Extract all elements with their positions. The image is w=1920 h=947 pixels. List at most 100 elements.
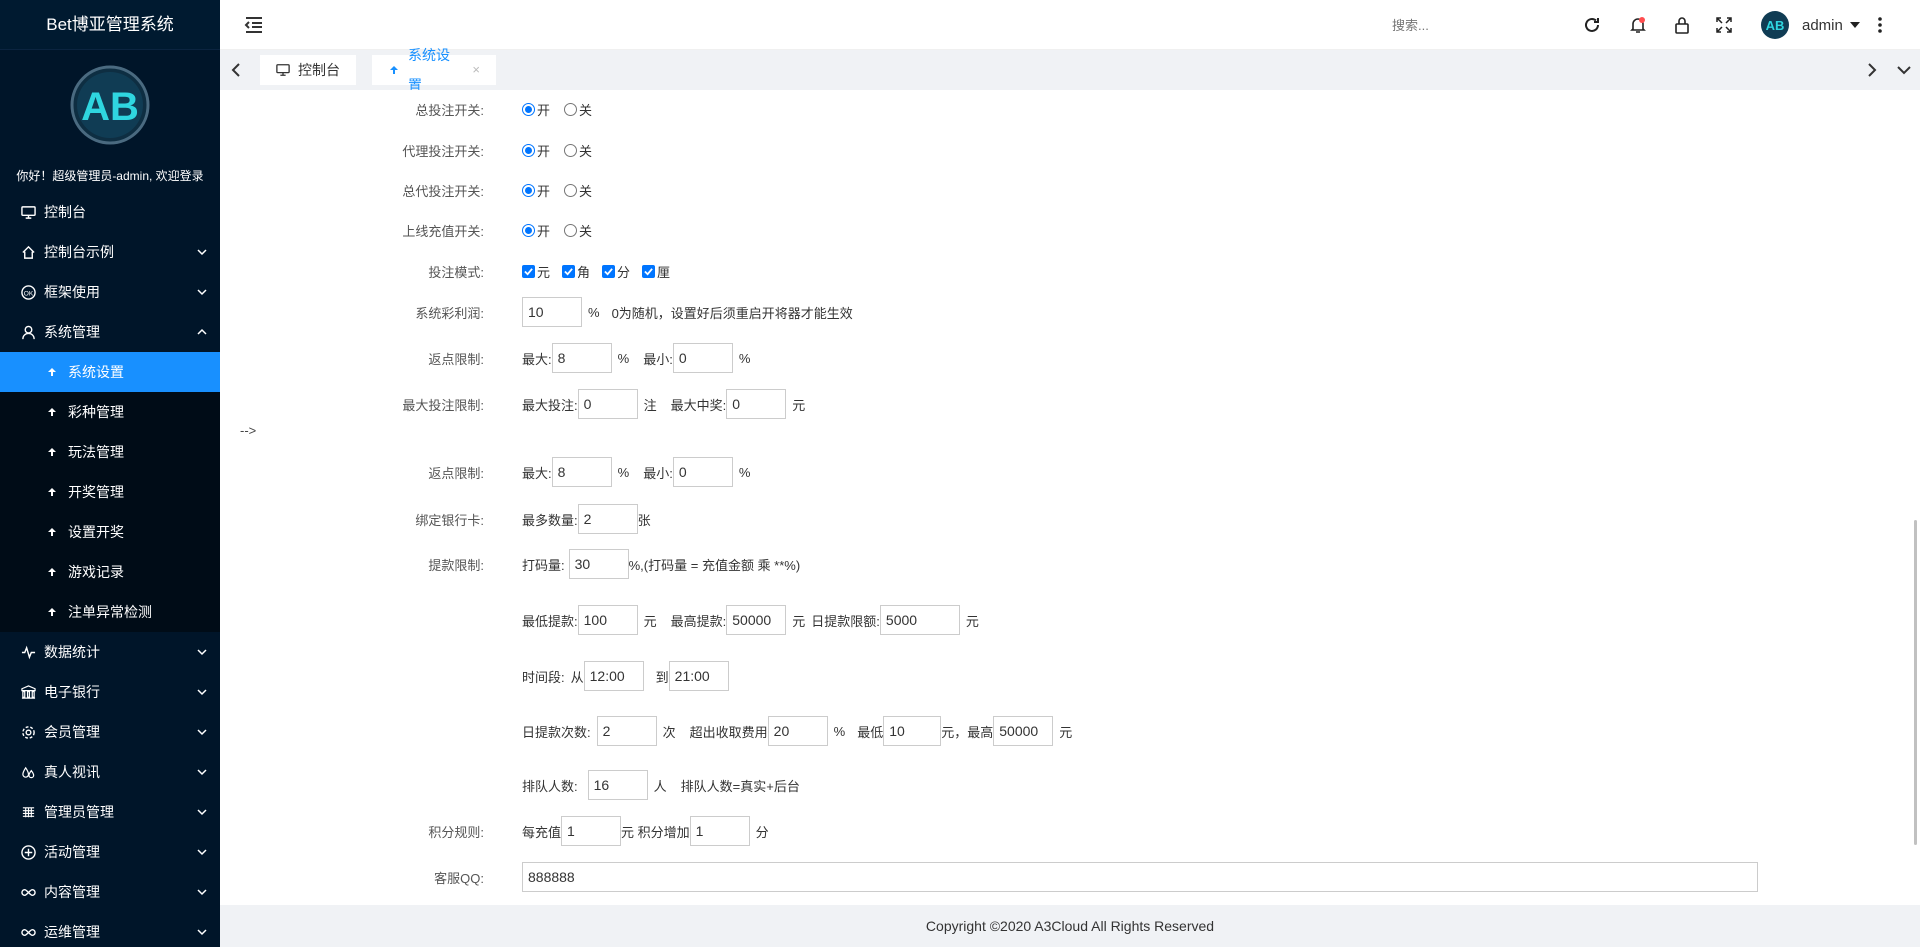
svg-text:AB: AB <box>81 85 139 129</box>
fan-icon <box>44 564 60 580</box>
daily-limit-input[interactable] <box>879 605 960 635</box>
fan-icon <box>44 404 60 420</box>
rebate-min-input[interactable] <box>672 343 733 373</box>
form-row-withdraw-amounts: 最低提款: 元 最高提款: 元 日提款限额: 元 <box>220 605 1920 635</box>
sidebar-item-label: 玩法管理 <box>68 444 124 460</box>
sidebar-item-ops[interactable]: 运维管理 <box>0 912 220 947</box>
queue-input[interactable] <box>587 770 648 800</box>
sidebar-item-ebank[interactable]: 电子银行 <box>0 672 220 712</box>
sidebar-item-members[interactable]: 会员管理 <box>0 712 220 752</box>
radio-on[interactable]: 开 <box>522 141 550 160</box>
checkbox-li[interactable]: 厘 <box>642 262 670 281</box>
chevron-right-icon[interactable] <box>1862 60 1882 80</box>
field-label: 投注模式: <box>428 264 484 280</box>
infinity-icon <box>20 884 36 900</box>
per-recharge-input[interactable] <box>561 816 622 846</box>
field-label: 客服QQ: <box>434 870 484 886</box>
rebate-max-input[interactable] <box>551 343 612 373</box>
lock-icon[interactable] <box>1672 15 1692 35</box>
sidebar-item-live-video[interactable]: 真人视讯 <box>0 752 220 792</box>
app-title: Bet博亚管理系统 <box>0 0 220 50</box>
sidebar-toggle-icon[interactable] <box>242 13 266 37</box>
radio-on[interactable]: 开 <box>522 181 550 200</box>
bell-icon[interactable] <box>1628 15 1648 35</box>
field-label: 系统彩利润: <box>415 305 484 321</box>
svg-text:OK: OK <box>23 290 33 297</box>
sidebar-item-label: 系统设置 <box>68 364 124 380</box>
radio-on[interactable]: 开 <box>522 221 550 240</box>
highest-fee-input[interactable] <box>993 716 1054 746</box>
ok-icon: OK <box>20 284 36 300</box>
checkbox-yuan[interactable]: 元 <box>522 262 550 281</box>
scrollbar[interactable] <box>1914 520 1917 845</box>
max-win-input[interactable] <box>726 389 787 419</box>
fan-icon <box>44 444 60 460</box>
avatar: AB <box>1761 11 1789 39</box>
radio-on[interactable]: 开 <box>522 100 550 119</box>
form-row-profit: 系统彩利润: % 0为随机，设置好后须重启开将器才能生效 <box>220 297 1920 327</box>
sidebar-item-dashboard[interactable]: 控制台 <box>0 192 220 232</box>
refresh-icon[interactable] <box>1582 15 1602 35</box>
fan-icon <box>44 604 60 620</box>
lowest-fee-input[interactable] <box>883 716 942 746</box>
sidebar-item-content[interactable]: 内容管理 <box>0 872 220 912</box>
drops-icon <box>20 764 36 780</box>
more-vertical-icon[interactable] <box>1870 15 1890 35</box>
sidebar-menu: 控制台 控制台示例 OK 框架使用 系统管理 <box>0 192 220 352</box>
sidebar-item-lottery-types[interactable]: 彩种管理 <box>0 392 220 432</box>
radio-off[interactable]: 关 <box>564 141 592 160</box>
min-withdraw-input[interactable] <box>577 605 638 635</box>
to-time-input[interactable] <box>668 661 729 691</box>
fullscreen-icon[interactable] <box>1714 15 1734 35</box>
sidebar-item-system[interactable]: 系统管理 <box>0 312 220 352</box>
sidebar-item-system-settings[interactable]: 系统设置 <box>0 352 220 392</box>
tab-label: 控制台 <box>298 62 340 78</box>
sidebar-item-statistics[interactable]: 数据统计 <box>0 632 220 672</box>
chevron-up-icon <box>196 312 208 352</box>
qq-input[interactable] <box>522 862 1758 892</box>
exceed-fee-input[interactable] <box>767 716 828 746</box>
max-withdraw-input[interactable] <box>726 605 787 635</box>
daily-times-input[interactable] <box>596 716 657 746</box>
sidebar-item-admins[interactable]: 管理员管理 <box>0 792 220 832</box>
chevron-down-icon <box>196 272 208 312</box>
sidebar-item-play-rules[interactable]: 玩法管理 <box>0 432 220 472</box>
sidebar-item-activities[interactable]: 活动管理 <box>0 832 220 872</box>
radio-off[interactable]: 关 <box>564 181 592 200</box>
field-label: 总代投注开关: <box>402 183 484 199</box>
checkbox-fen[interactable]: 分 <box>602 262 630 281</box>
profit-input[interactable] <box>522 297 582 327</box>
tab-dashboard[interactable]: 控制台 <box>260 55 356 85</box>
sidebar-item-framework[interactable]: OK 框架使用 <box>0 272 220 312</box>
search-input[interactable] <box>1392 14 1552 36</box>
from-time-input[interactable] <box>583 661 644 691</box>
chevron-down-icon <box>196 872 208 912</box>
close-icon[interactable]: × <box>472 55 480 85</box>
sidebar-item-game-records[interactable]: 游戏记录 <box>0 552 220 592</box>
chevron-down-icon <box>196 672 208 712</box>
form-row-period: 时间段: 从 到 <box>220 661 1920 691</box>
dama-input[interactable] <box>568 549 629 579</box>
sidebar-item-set-draw[interactable]: 设置开奖 <box>0 512 220 552</box>
tab-system-settings[interactable]: 系统设置 × <box>372 47 496 93</box>
sidebar-item-label: 真人视讯 <box>44 764 100 780</box>
points-add-input[interactable] <box>689 816 750 846</box>
greeting-text: 你好！超级管理员-admin, 欢迎登录 <box>16 169 204 183</box>
rebate2-max-input[interactable] <box>551 457 612 487</box>
radio-off[interactable]: 关 <box>564 221 592 240</box>
checkbox-jiao[interactable]: 角 <box>562 262 590 281</box>
sidebar-item-draw-management[interactable]: 开奖管理 <box>0 472 220 512</box>
user-menu[interactable]: AB admin <box>1760 10 1861 40</box>
bank-max-input[interactable] <box>577 504 638 534</box>
logo-avatar: AB <box>70 65 150 145</box>
chevron-left-icon[interactable] <box>226 60 246 80</box>
infinity-icon <box>20 924 36 940</box>
chevron-down-icon[interactable] <box>1894 60 1914 80</box>
rebate2-min-input[interactable] <box>672 457 733 487</box>
sidebar-item-bet-anomaly[interactable]: 注单异常检测 <box>0 592 220 632</box>
radio-off[interactable]: 关 <box>564 100 592 119</box>
sidebar-item-dashboard-examples[interactable]: 控制台示例 <box>0 232 220 272</box>
sidebar: Bet博亚管理系统 AB 你好！超级管理员-admin, 欢迎登录 控制台 控制… <box>0 0 220 947</box>
grid-icon <box>20 804 36 820</box>
max-bet-input[interactable] <box>577 389 638 419</box>
